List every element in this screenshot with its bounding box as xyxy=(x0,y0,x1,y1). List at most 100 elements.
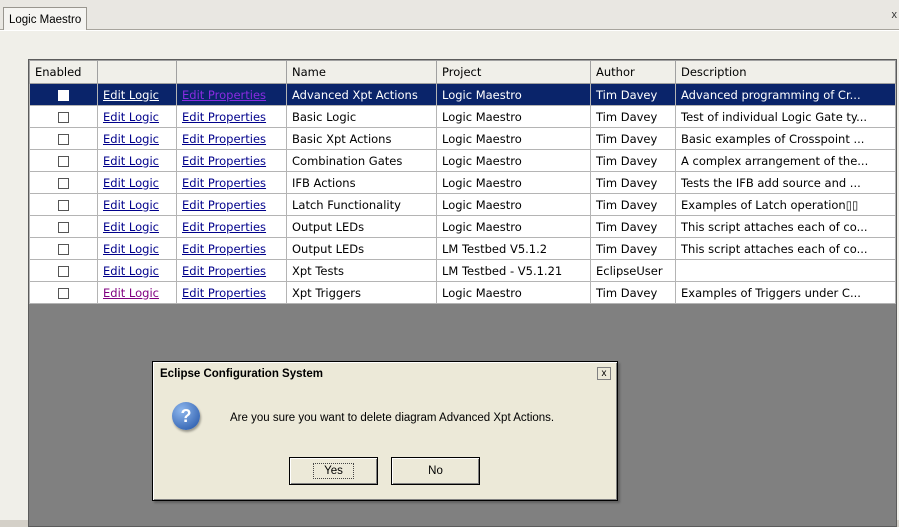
author-cell: Tim Davey xyxy=(590,237,676,260)
edit-logic-link[interactable]: Edit Logic xyxy=(103,176,159,190)
yes-button-label: Yes xyxy=(313,463,354,479)
enabled-cell xyxy=(29,171,98,194)
description-cell: Test of individual Logic Gate ty... xyxy=(675,105,896,128)
edit-properties-cell: Edit Properties xyxy=(176,193,287,216)
name-cell: Basic Xpt Actions xyxy=(286,127,437,150)
edit-properties-cell: Edit Properties xyxy=(176,105,287,128)
edit-logic-link[interactable]: Edit Logic xyxy=(103,88,159,102)
name-cell: Xpt Tests xyxy=(286,259,437,282)
project-cell: Logic Maestro xyxy=(436,149,591,172)
edit-logic-link[interactable]: Edit Logic xyxy=(103,132,159,146)
enabled-checkbox[interactable] xyxy=(58,155,69,167)
enabled-checkbox[interactable] xyxy=(58,177,69,189)
edit-properties-cell: Edit Properties xyxy=(176,237,287,260)
no-button[interactable]: No xyxy=(391,457,480,485)
table-row[interactable]: Edit Logic Edit Properties Output LEDs L… xyxy=(29,237,896,260)
enabled-checkbox[interactable] xyxy=(58,133,69,145)
enabled-cell xyxy=(29,259,98,282)
table-row[interactable]: Edit Logic Edit Properties Basic Logic L… xyxy=(29,105,896,128)
table-row[interactable]: Edit Logic Edit Properties Xpt Triggers … xyxy=(29,281,896,304)
close-icon[interactable]: x xyxy=(597,367,611,380)
name-cell: Output LEDs xyxy=(286,215,437,238)
enabled-checkbox[interactable] xyxy=(58,265,69,277)
edit-properties-link[interactable]: Edit Properties xyxy=(182,286,266,300)
description-cell: A complex arrangement of the... xyxy=(675,149,896,172)
edit-logic-link[interactable]: Edit Logic xyxy=(103,242,159,256)
edit-logic-link[interactable]: Edit Logic xyxy=(103,154,159,168)
table-row[interactable]: Edit Logic Edit Properties IFB Actions L… xyxy=(29,171,896,194)
project-cell: Logic Maestro xyxy=(436,215,591,238)
edit-properties-link[interactable]: Edit Properties xyxy=(182,154,266,168)
table-row[interactable]: Edit Logic Edit Properties Xpt Tests LM … xyxy=(29,259,896,282)
edit-logic-link[interactable]: Edit Logic xyxy=(103,198,159,212)
tab-label: Logic Maestro xyxy=(9,14,82,26)
author-cell: Tim Davey xyxy=(590,149,676,172)
edit-properties-link[interactable]: Edit Properties xyxy=(182,132,266,146)
author-cell: Tim Davey xyxy=(590,105,676,128)
description-cell: Examples of Triggers under C... xyxy=(675,281,896,304)
enabled-checkbox[interactable] xyxy=(58,287,69,299)
author-cell: Tim Davey xyxy=(590,127,676,150)
edit-logic-link[interactable]: Edit Logic xyxy=(103,264,159,278)
project-cell: Logic Maestro xyxy=(436,127,591,150)
yes-button[interactable]: Yes xyxy=(289,457,378,485)
dialog-title[interactable]: Eclipse Configuration System xyxy=(156,365,614,383)
enabled-checkbox[interactable] xyxy=(58,89,69,101)
edit-properties-cell: Edit Properties xyxy=(176,83,287,106)
column-header-edit-properties[interactable] xyxy=(176,60,287,84)
table-row[interactable]: Edit Logic Edit Properties Advanced Xpt … xyxy=(29,83,896,106)
edit-properties-link[interactable]: Edit Properties xyxy=(182,110,266,124)
name-cell: Advanced Xpt Actions xyxy=(286,83,437,106)
description-cell: This script attaches each of co... xyxy=(675,237,896,260)
enabled-checkbox[interactable] xyxy=(58,243,69,255)
name-cell: IFB Actions xyxy=(286,171,437,194)
column-header-description[interactable]: Description xyxy=(675,60,896,84)
tab-logic-maestro[interactable]: Logic Maestro xyxy=(3,7,88,31)
edit-properties-link[interactable]: Edit Properties xyxy=(182,88,266,102)
enabled-checkbox[interactable] xyxy=(58,199,69,211)
edit-properties-cell: Edit Properties xyxy=(176,259,287,282)
enabled-checkbox[interactable] xyxy=(58,111,69,123)
enabled-cell xyxy=(29,193,98,216)
edit-logic-cell: Edit Logic xyxy=(97,237,177,260)
dialog-message: Are you sure you want to delete diagram … xyxy=(230,412,555,424)
edit-properties-cell: Edit Properties xyxy=(176,127,287,150)
column-header-project[interactable]: Project xyxy=(436,60,591,84)
close-icon[interactable]: x xyxy=(892,9,898,21)
edit-properties-cell: Edit Properties xyxy=(176,281,287,304)
table-row[interactable]: Edit Logic Edit Properties Combination G… xyxy=(29,149,896,172)
column-header-name[interactable]: Name xyxy=(286,60,437,84)
table-row[interactable]: Edit Logic Edit Properties Latch Functio… xyxy=(29,193,896,216)
table-row[interactable]: Edit Logic Edit Properties Basic Xpt Act… xyxy=(29,127,896,150)
project-cell: LM Testbed V5.1.2 xyxy=(436,237,591,260)
name-cell: Combination Gates xyxy=(286,149,437,172)
question-icon: ? xyxy=(172,402,200,430)
table-row[interactable]: Edit Logic Edit Properties Output LEDs L… xyxy=(29,215,896,238)
enabled-checkbox[interactable] xyxy=(58,221,69,233)
project-cell: Logic Maestro xyxy=(436,281,591,304)
author-cell: EclipseUser xyxy=(590,259,676,282)
edit-logic-cell: Edit Logic xyxy=(97,193,177,216)
description-cell: This script attaches each of co... xyxy=(675,215,896,238)
project-cell: Logic Maestro xyxy=(436,105,591,128)
edit-logic-cell: Edit Logic xyxy=(97,149,177,172)
edit-properties-cell: Edit Properties xyxy=(176,215,287,238)
edit-logic-cell: Edit Logic xyxy=(97,215,177,238)
edit-properties-link[interactable]: Edit Properties xyxy=(182,264,266,278)
column-header-enabled[interactable]: Enabled xyxy=(29,60,98,84)
edit-logic-link[interactable]: Edit Logic xyxy=(103,110,159,124)
column-header-edit-logic[interactable] xyxy=(97,60,177,84)
edit-logic-link[interactable]: Edit Logic xyxy=(103,286,159,300)
enabled-cell xyxy=(29,127,98,150)
edit-properties-link[interactable]: Edit Properties xyxy=(182,220,266,234)
edit-properties-link[interactable]: Edit Properties xyxy=(182,242,266,256)
edit-properties-link[interactable]: Edit Properties xyxy=(182,198,266,212)
description-cell: Tests the IFB add source and ... xyxy=(675,171,896,194)
column-header-author[interactable]: Author xyxy=(590,60,676,84)
edit-properties-cell: Edit Properties xyxy=(176,171,287,194)
enabled-cell xyxy=(29,83,98,106)
edit-logic-link[interactable]: Edit Logic xyxy=(103,220,159,234)
enabled-cell xyxy=(29,149,98,172)
logic-table: Enabled Name Project Author Description … xyxy=(29,60,896,304)
edit-properties-link[interactable]: Edit Properties xyxy=(182,176,266,190)
